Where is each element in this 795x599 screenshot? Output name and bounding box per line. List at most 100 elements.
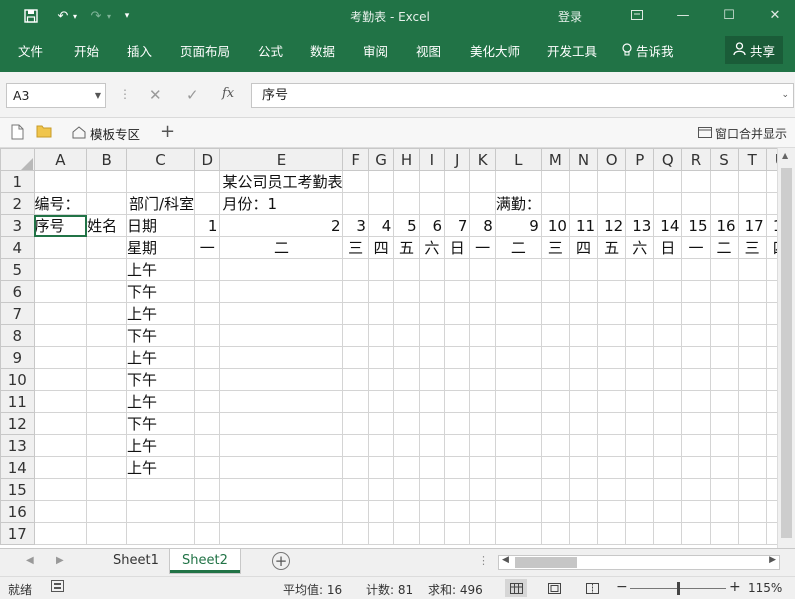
cell[interactable]: 上午: [126, 302, 196, 325]
cell[interactable]: [418, 368, 446, 391]
cell[interactable]: [219, 478, 344, 501]
cell[interactable]: [709, 170, 739, 193]
cell[interactable]: [540, 368, 570, 391]
column-header[interactable]: R: [681, 148, 711, 171]
cell[interactable]: [625, 456, 655, 479]
cell[interactable]: [393, 192, 420, 215]
cell[interactable]: [597, 412, 627, 435]
cell[interactable]: [625, 280, 655, 303]
cell[interactable]: [393, 324, 420, 347]
cell[interactable]: 11: [568, 214, 599, 237]
cell[interactable]: [194, 170, 221, 193]
cell[interactable]: [597, 522, 627, 545]
cell[interactable]: [568, 522, 599, 545]
cell[interactable]: 6: [418, 214, 446, 237]
column-header[interactable]: L: [494, 148, 542, 171]
cell[interactable]: [444, 500, 471, 523]
cell[interactable]: [469, 302, 496, 325]
cell[interactable]: 四: [367, 236, 395, 259]
cell[interactable]: [86, 434, 128, 457]
cell[interactable]: [737, 280, 767, 303]
column-header[interactable]: S: [709, 148, 739, 171]
cell[interactable]: [625, 170, 655, 193]
login-link[interactable]: 登录: [558, 8, 582, 25]
cell[interactable]: [737, 434, 767, 457]
cell[interactable]: [737, 456, 767, 479]
cell[interactable]: [33, 324, 88, 347]
cell[interactable]: [681, 390, 711, 413]
cell[interactable]: [625, 478, 655, 501]
page-layout-view-icon[interactable]: [543, 579, 565, 597]
cell[interactable]: [219, 434, 344, 457]
cell[interactable]: [393, 390, 420, 413]
tab-home[interactable]: 开始: [74, 41, 99, 60]
cell[interactable]: [219, 456, 344, 479]
cell[interactable]: [342, 302, 369, 325]
cell[interactable]: [709, 412, 739, 435]
cell[interactable]: [540, 192, 570, 215]
column-header[interactable]: M: [540, 148, 570, 171]
cell[interactable]: [494, 258, 542, 281]
cell[interactable]: [625, 302, 655, 325]
cell[interactable]: [219, 412, 344, 435]
cell[interactable]: [444, 346, 471, 369]
cell[interactable]: [393, 456, 420, 479]
cell[interactable]: [597, 368, 627, 391]
ribbon-display-options-icon[interactable]: [622, 4, 652, 26]
cell[interactable]: [540, 456, 570, 479]
cell[interactable]: [653, 192, 683, 215]
tell-me-search[interactable]: 告诉我: [622, 41, 674, 60]
cell[interactable]: [194, 280, 221, 303]
cell[interactable]: 下午: [126, 324, 196, 347]
cell[interactable]: [737, 478, 767, 501]
tab-file[interactable]: 文件: [18, 41, 43, 60]
cell[interactable]: [86, 302, 128, 325]
cell[interactable]: [342, 324, 369, 347]
column-header[interactable]: J: [444, 148, 471, 171]
cell[interactable]: [469, 522, 496, 545]
enter-icon[interactable]: ✓: [186, 86, 199, 104]
cell[interactable]: [342, 390, 369, 413]
cell[interactable]: [86, 456, 128, 479]
cell[interactable]: [444, 324, 471, 347]
cell[interactable]: [393, 346, 420, 369]
cell[interactable]: [33, 456, 88, 479]
row-header[interactable]: 14: [0, 456, 35, 479]
cell[interactable]: [194, 302, 221, 325]
cell[interactable]: [219, 280, 344, 303]
row-header[interactable]: 11: [0, 390, 35, 413]
cell[interactable]: [126, 478, 196, 501]
cell[interactable]: [494, 500, 542, 523]
cell[interactable]: [194, 434, 221, 457]
cell[interactable]: [653, 522, 683, 545]
cell[interactable]: 编号：: [33, 192, 88, 215]
cell[interactable]: [494, 478, 542, 501]
cell[interactable]: [681, 170, 711, 193]
column-header[interactable]: N: [568, 148, 599, 171]
cell[interactable]: 上午: [126, 258, 196, 281]
cell[interactable]: [444, 170, 471, 193]
cell[interactable]: [737, 412, 767, 435]
scroll-right-icon[interactable]: ▶: [769, 555, 776, 565]
cell[interactable]: [194, 192, 221, 215]
cell[interactable]: [469, 390, 496, 413]
row-header[interactable]: 6: [0, 280, 35, 303]
prev-sheet-icon[interactable]: ◀: [26, 555, 34, 566]
cell[interactable]: [597, 280, 627, 303]
redo-icon[interactable]: ↷: [86, 6, 106, 26]
tab-page-layout[interactable]: 页面布局: [180, 41, 230, 60]
tab-data[interactable]: 数据: [310, 41, 335, 60]
cell[interactable]: 一: [194, 236, 221, 259]
cell[interactable]: 5: [393, 214, 420, 237]
cell[interactable]: [737, 390, 767, 413]
cell[interactable]: [568, 456, 599, 479]
cell[interactable]: [33, 302, 88, 325]
row-header[interactable]: 16: [0, 500, 35, 523]
cell[interactable]: 六: [625, 236, 655, 259]
cell[interactable]: 7: [444, 214, 471, 237]
cell[interactable]: 满勤：: [494, 192, 542, 215]
cell[interactable]: [219, 522, 344, 545]
cell[interactable]: [219, 346, 344, 369]
cell[interactable]: [540, 500, 570, 523]
select-all-corner[interactable]: [0, 148, 35, 171]
